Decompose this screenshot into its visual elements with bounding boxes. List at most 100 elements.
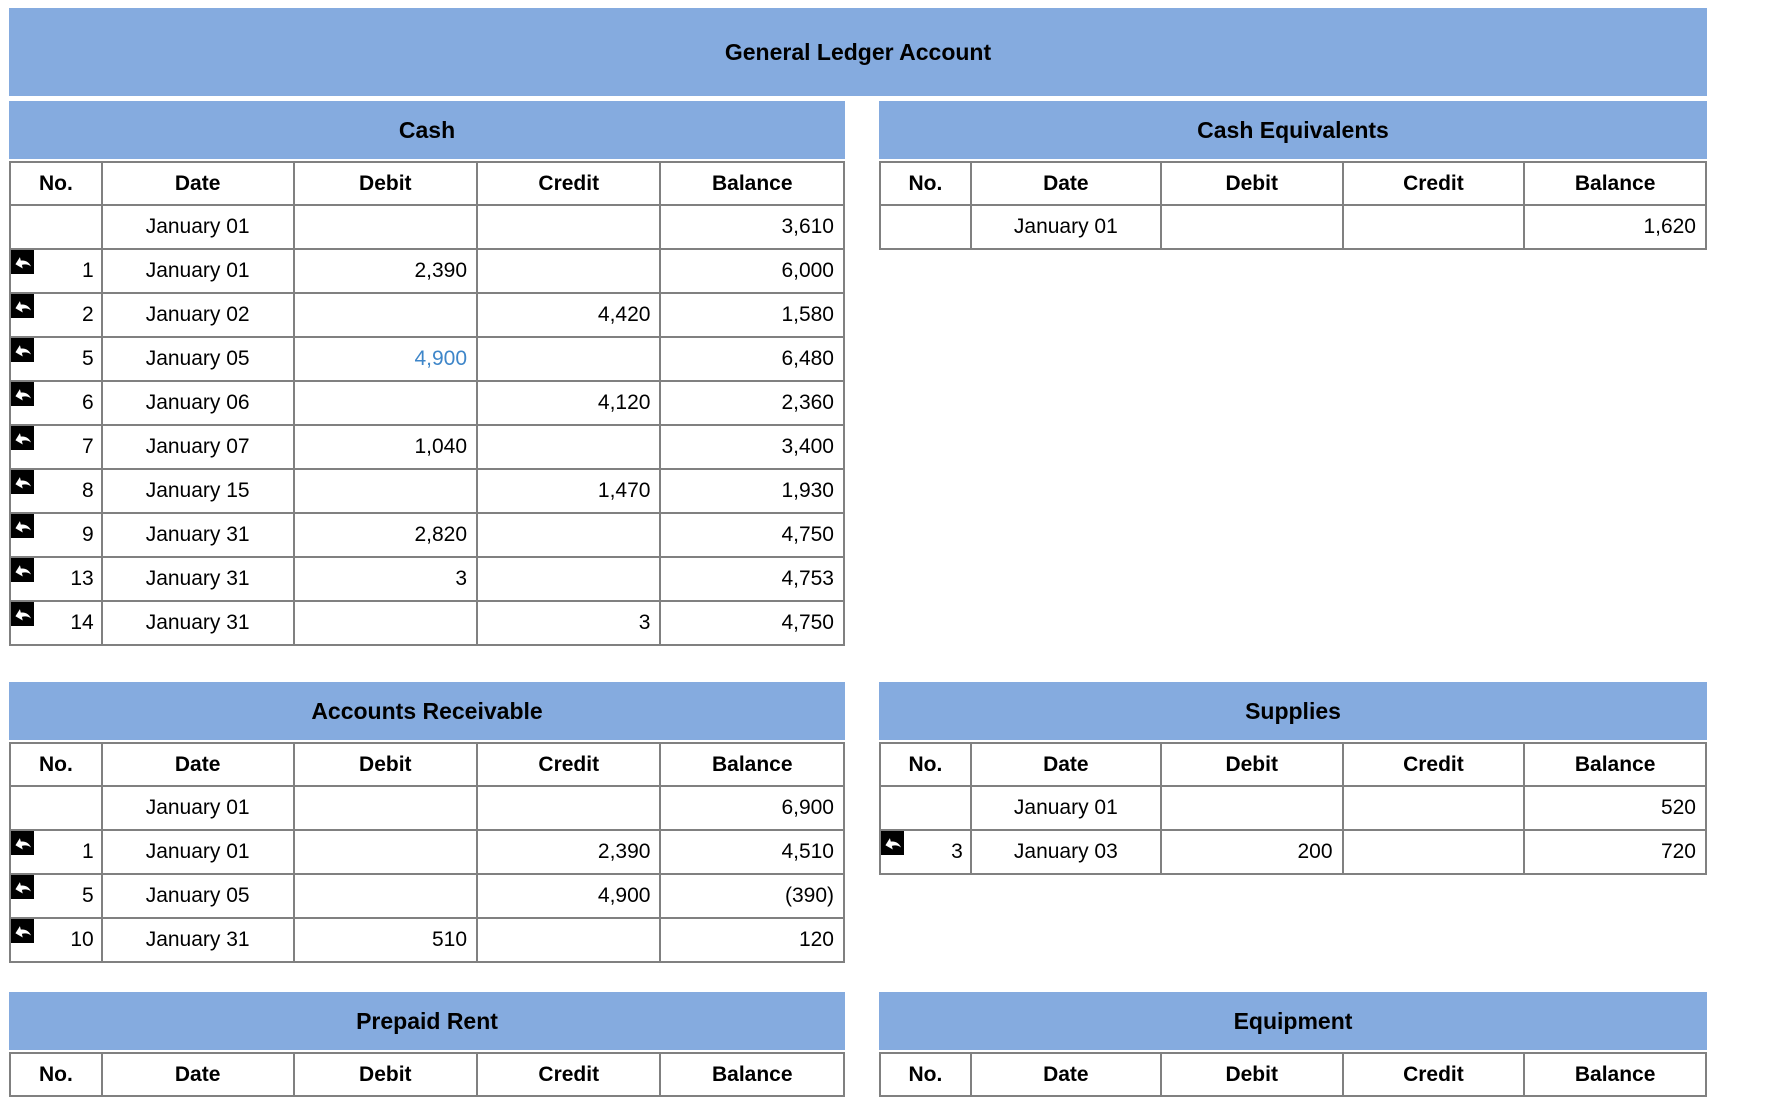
cell-no (879, 204, 972, 250)
table-row: 1 January 01 2,390 6,000 (9, 248, 845, 294)
cell-credit (1341, 829, 1526, 875)
cell-debit (292, 873, 479, 919)
cell-credit (476, 917, 662, 963)
table-row: 5 January 05 4,900 (390) (9, 873, 845, 919)
cell-date: January 31 (100, 917, 295, 963)
cell-balance: 1,930 (659, 468, 845, 514)
undo-arrow-icon[interactable] (11, 832, 34, 855)
transaction-number: 1 (82, 259, 94, 282)
column-header-balance: Balance (1523, 1052, 1707, 1097)
cell-balance: 6,480 (659, 336, 845, 382)
cell-credit (1341, 785, 1526, 831)
transaction-number: 6 (82, 391, 94, 414)
cell-debit (292, 204, 479, 250)
table-title-prepaid-rent: Prepaid Rent (9, 992, 845, 1050)
cell-balance: 6,000 (659, 248, 845, 294)
column-header-debit: Debit (292, 742, 479, 787)
undo-arrow-icon[interactable] (11, 295, 34, 318)
cell-credit (476, 248, 662, 294)
cell-no: 5 (9, 336, 103, 382)
header-row: No. Date Debit Credit Balance (879, 1052, 1707, 1097)
table-row: January 01 3,610 (9, 204, 845, 250)
cell-date: January 02 (100, 292, 295, 338)
debit-amount-link[interactable]: 4,900 (414, 347, 467, 370)
transaction-number: 9 (82, 523, 94, 546)
ledger-table-cash-equivalents: No. Date Debit Credit Balance January 01 1,620 (879, 161, 1707, 250)
transaction-number: 3 (951, 840, 963, 863)
table-row: 14 January 31 3 4,750 (9, 600, 845, 646)
cell-credit (476, 512, 662, 558)
undo-arrow-icon[interactable] (11, 876, 34, 899)
undo-arrow-icon[interactable] (11, 920, 34, 943)
column-header-no: No. (9, 161, 103, 206)
table-row: 7 January 07 1,040 3,400 (9, 424, 845, 470)
transaction-number: 8 (82, 479, 94, 502)
undo-arrow-icon[interactable] (11, 339, 34, 362)
table-title-cash: Cash (9, 101, 845, 159)
cell-balance: 120 (659, 917, 845, 963)
table-title-equipment: Equipment (879, 992, 1707, 1050)
cell-debit (292, 468, 479, 514)
table-row: 9 January 31 2,820 4,750 (9, 512, 845, 558)
undo-arrow-icon[interactable] (11, 603, 34, 626)
cell-credit (1341, 204, 1526, 250)
undo-arrow-icon[interactable] (11, 251, 34, 274)
cell-no: 9 (9, 512, 103, 558)
cell-credit: 4,420 (476, 292, 662, 338)
undo-arrow-icon[interactable] (881, 832, 904, 855)
cell-credit (476, 556, 662, 602)
undo-arrow-icon[interactable] (11, 383, 34, 406)
cell-no: 2 (9, 292, 103, 338)
table-row: 3 January 03 200 720 (879, 829, 1707, 875)
table-row: January 01 520 (879, 785, 1707, 831)
cell-date: January 01 (100, 204, 295, 250)
cell-no: 14 (9, 600, 103, 646)
cell-balance: 1,620 (1523, 204, 1707, 250)
table-row: 10 January 31 510 120 (9, 917, 845, 963)
table-title-cash-equivalents: Cash Equivalents (879, 101, 1707, 159)
table-title-accounts-receivable: Accounts Receivable (9, 682, 845, 740)
transaction-number: 10 (70, 928, 94, 951)
ledger-table-supplies: No. Date Debit Credit Balance January 01 520 3 J… (879, 742, 1707, 875)
undo-arrow-icon[interactable] (11, 515, 34, 538)
cell-debit (292, 380, 479, 426)
column-header-balance: Balance (1523, 161, 1707, 206)
header-row: No. Date Debit Credit Balance (9, 1052, 845, 1097)
column-header-credit: Credit (1341, 1052, 1526, 1097)
cell-debit: 3 (292, 556, 479, 602)
column-header-balance: Balance (1523, 742, 1707, 787)
cell-debit: 2,820 (292, 512, 479, 558)
column-header-credit: Credit (476, 742, 662, 787)
undo-arrow-icon[interactable] (11, 471, 34, 494)
ledger-table-accounts-receivable: No. Date Debit Credit Balance January 01 6,900… (9, 742, 845, 963)
cell-date: January 01 (100, 248, 295, 294)
cell-debit (292, 600, 479, 646)
column-header-debit: Debit (292, 161, 479, 206)
transaction-number: 2 (82, 303, 94, 326)
cell-no: 8 (9, 468, 103, 514)
cell-no: 6 (9, 380, 103, 426)
column-header-date: Date (100, 1052, 295, 1097)
cell-credit (476, 785, 662, 831)
transaction-number: 5 (82, 884, 94, 907)
cell-date: January 01 (100, 785, 295, 831)
table-row: 1 January 01 2,390 4,510 (9, 829, 845, 875)
column-header-no: No. (9, 742, 103, 787)
ledger-table-prepaid-rent: No. Date Debit Credit Balance (9, 1052, 845, 1097)
cell-date: January 31 (100, 600, 295, 646)
column-header-date: Date (100, 161, 295, 206)
undo-arrow-icon[interactable] (11, 427, 34, 450)
cell-no: 13 (9, 556, 103, 602)
transaction-number: 7 (82, 435, 94, 458)
cell-credit (476, 336, 662, 382)
ledger-table-cash: No. Date Debit Credit Balance January 01 3,610… (9, 161, 845, 646)
cell-balance: 3,400 (659, 424, 845, 470)
cell-balance: 4,510 (659, 829, 845, 875)
cell-balance: 720 (1523, 829, 1707, 875)
undo-arrow-icon[interactable] (11, 559, 34, 582)
cell-date: January 01 (100, 829, 295, 875)
cell-no (9, 785, 103, 831)
column-header-credit: Credit (476, 161, 662, 206)
ledger-section-accounts-receivable: Accounts Receivable No. Date Debit Credit Ba… (9, 682, 845, 963)
cell-debit: 2,390 (292, 248, 479, 294)
